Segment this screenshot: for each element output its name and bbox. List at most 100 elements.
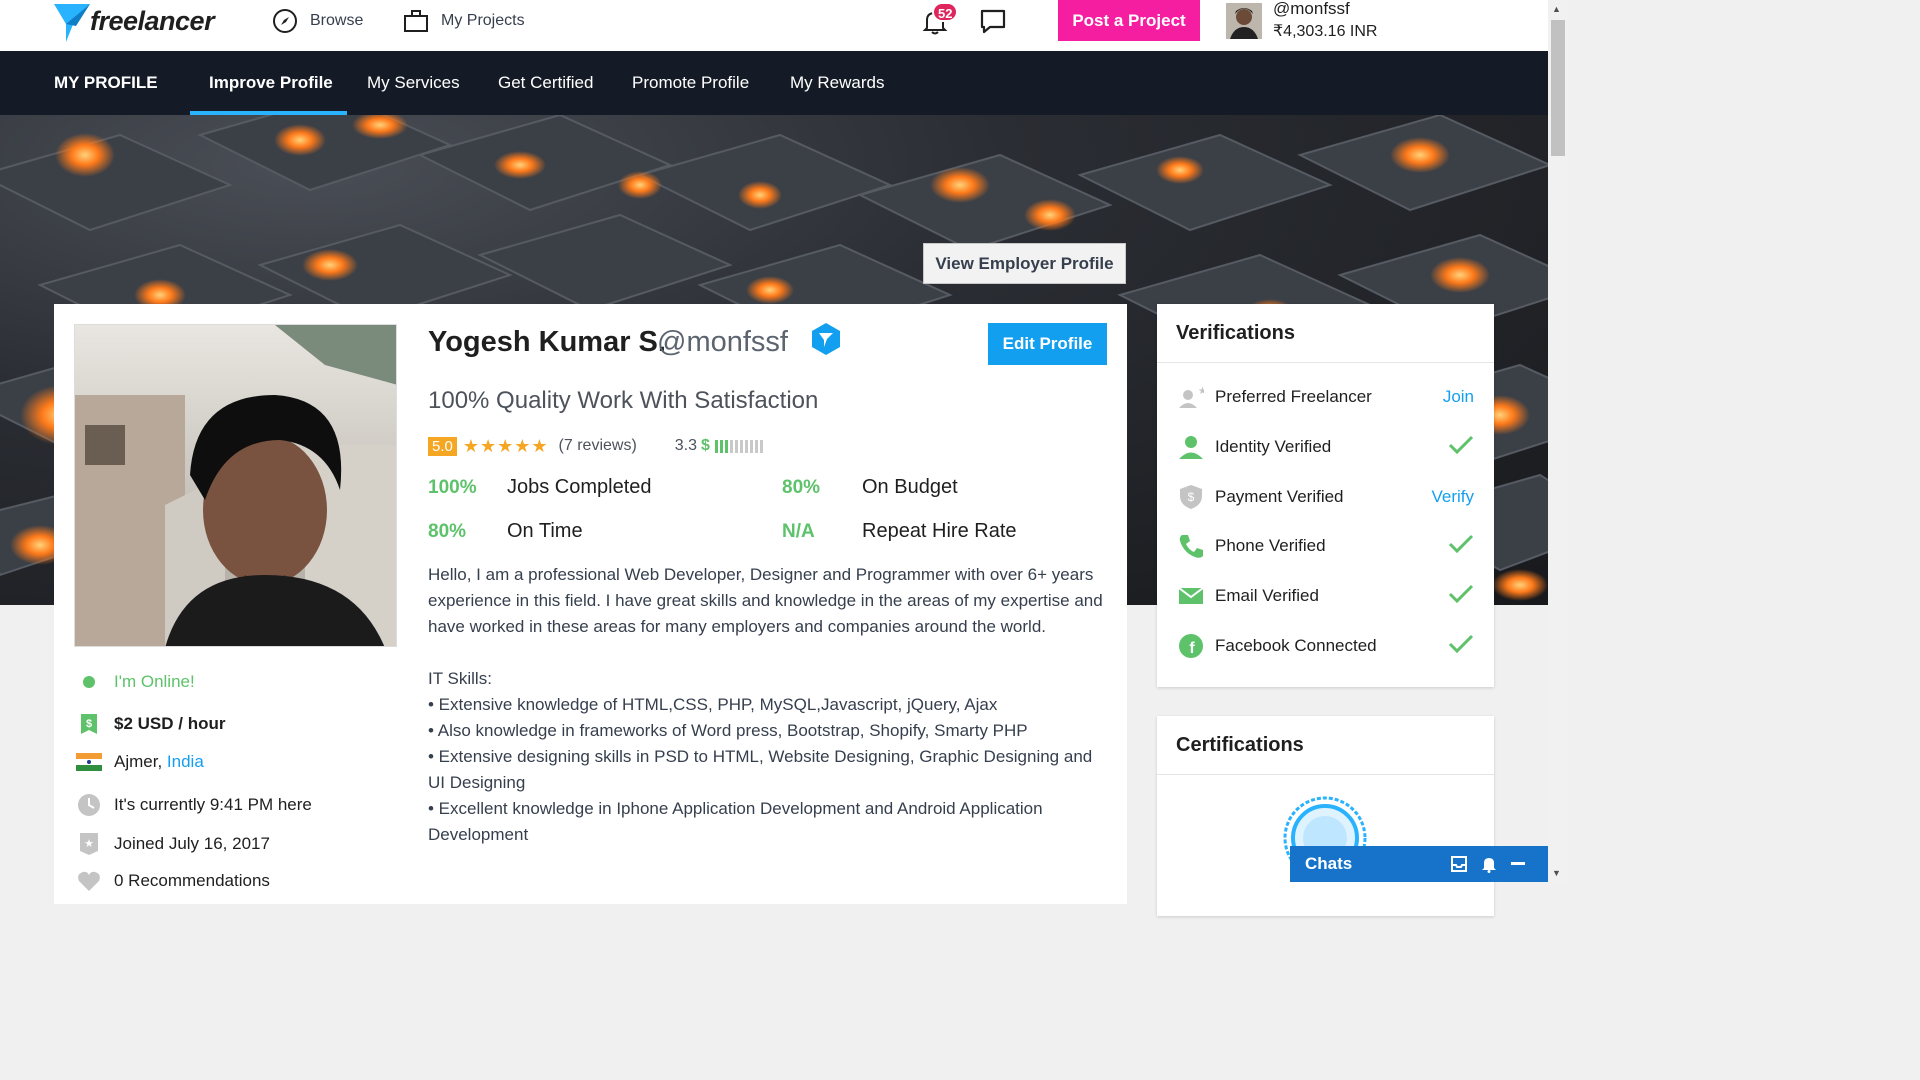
joined-date: ★ Joined July 16, 2017 xyxy=(74,832,270,856)
facebook-icon: f xyxy=(1179,634,1203,658)
minimize-icon[interactable] xyxy=(1509,855,1527,873)
verifications-title: Verifications xyxy=(1157,304,1494,363)
clock-icon xyxy=(78,794,100,816)
inbox-icon[interactable] xyxy=(1450,855,1468,873)
earnings-score: 3.3 xyxy=(674,437,698,454)
stat-label: Jobs Completed xyxy=(507,476,652,498)
reviews-count[interactable]: (7 reviews) xyxy=(559,437,637,455)
svg-text:$: $ xyxy=(86,718,92,730)
svg-text:$: $ xyxy=(1188,490,1195,504)
earnings-bar-segment xyxy=(729,439,733,453)
earnings-bar-segment xyxy=(739,439,743,453)
checkmark-icon xyxy=(1448,534,1474,553)
verifications-panel: Verifications ★ Preferred Freelancer Joi… xyxy=(1157,304,1494,687)
profile-subnav: MY PROFILE Improve Profile My Services G… xyxy=(0,51,1548,115)
dollar-tag-icon: $ xyxy=(81,714,97,734)
browse-link[interactable]: Browse xyxy=(272,8,363,34)
stat-value: N/A xyxy=(782,521,815,542)
earnings-bar-segment xyxy=(714,439,718,453)
verification-label: Phone Verified xyxy=(1215,536,1326,555)
profile-photo-image xyxy=(75,325,396,646)
verification-label: Identity Verified xyxy=(1215,437,1332,456)
earnings-bar-segment xyxy=(744,439,748,453)
scrollbar-thumb[interactable] xyxy=(1551,20,1565,156)
subnav-my-profile[interactable]: MY PROFILE xyxy=(54,51,158,115)
rating-row: 5.0 ★★★★★ (7 reviews) 3.3 $ xyxy=(428,435,765,457)
checkmark-icon xyxy=(1448,584,1474,603)
payment-shield-icon: $ xyxy=(1180,485,1202,509)
verification-label: Facebook Connected xyxy=(1215,636,1377,655)
country-link[interactable]: India xyxy=(167,752,204,772)
stat-label: Repeat Hire Rate xyxy=(862,520,1017,542)
browse-label: Browse xyxy=(310,12,364,29)
verification-payment: $ Payment Verified Verify xyxy=(1177,482,1474,512)
messages-icon[interactable] xyxy=(979,8,1007,34)
city-text: Ajmer, xyxy=(114,752,163,771)
certifications-title: Certifications xyxy=(1157,716,1494,775)
online-dot-icon xyxy=(83,676,95,688)
stat-label: On Budget xyxy=(862,476,958,498)
certifications-panel: Certifications xyxy=(1157,716,1494,916)
stat-label: On Time xyxy=(507,520,583,542)
my-projects-label: My Projects xyxy=(441,12,525,29)
hourly-rate-text: $2 USD / hour xyxy=(114,714,226,733)
my-projects-link[interactable]: My Projects xyxy=(403,8,525,34)
verification-phone: Phone Verified xyxy=(1177,531,1474,561)
recommendations-text: 0 Recommendations xyxy=(114,871,270,890)
online-status: I'm Online! xyxy=(74,672,195,692)
avatar-photo xyxy=(1226,3,1262,39)
subnav-improve-profile[interactable]: Improve Profile xyxy=(209,51,333,115)
earnings-bar-segment xyxy=(749,439,753,453)
verified-freelancer-badge-icon[interactable] xyxy=(810,322,842,356)
verification-label: Preferred Freelancer xyxy=(1215,387,1372,406)
preferred-freelancer-icon: ★ xyxy=(1179,386,1204,408)
subnav-my-services[interactable]: My Services xyxy=(367,51,460,115)
view-employer-profile-button[interactable]: View Employer Profile xyxy=(923,243,1126,284)
chats-label: Chats xyxy=(1305,854,1353,873)
compass-icon xyxy=(273,9,297,33)
edit-profile-button[interactable]: Edit Profile xyxy=(988,323,1107,365)
hourly-rate: $ $2 USD / hour xyxy=(74,712,225,736)
user-avatar[interactable] xyxy=(1226,3,1262,39)
scroll-up-arrow-icon[interactable]: ▲ xyxy=(1552,4,1561,14)
verify-payment-link[interactable]: Verify xyxy=(1431,487,1474,507)
svg-text:★: ★ xyxy=(84,838,94,850)
earnings-level-bars xyxy=(714,439,765,453)
earnings-bar-segment xyxy=(734,439,738,453)
stat-value: 80% xyxy=(428,521,467,542)
local-time-text: It's currently 9:41 PM here xyxy=(114,795,312,814)
star-rating-icon: ★★★★★ xyxy=(462,435,549,456)
user-handle[interactable]: @monfssf xyxy=(1273,0,1350,19)
earnings-bar-segment xyxy=(754,439,758,453)
subnav-promote-profile[interactable]: Promote Profile xyxy=(632,51,749,115)
notification-count-badge: 52 xyxy=(932,2,959,22)
subnav-get-certified[interactable]: Get Certified xyxy=(498,51,593,115)
stat-value: 100% xyxy=(428,477,477,498)
logo-text: freelancer xyxy=(90,6,215,36)
briefcase-icon xyxy=(404,10,428,32)
subnav-my-rewards[interactable]: My Rewards xyxy=(790,51,884,115)
stat-value: 80% xyxy=(782,477,821,498)
verification-facebook: f Facebook Connected xyxy=(1177,631,1474,661)
chat-notification-bell-icon[interactable] xyxy=(1480,855,1498,873)
online-status-text: I'm Online! xyxy=(114,672,195,691)
rating-value: 5.0 xyxy=(428,436,457,456)
profile-photo xyxy=(74,324,397,647)
verification-label: Payment Verified xyxy=(1215,487,1344,506)
earnings-dollar-icon: $ xyxy=(701,437,710,454)
profile-card: I'm Online! $ $2 USD / hour Ajmer, India… xyxy=(54,304,1127,904)
post-project-button[interactable]: Post a Project xyxy=(1058,0,1200,41)
chats-bar[interactable]: Chats xyxy=(1290,846,1548,882)
identity-person-icon xyxy=(1179,436,1203,459)
location: Ajmer, India xyxy=(74,752,204,772)
profile-handle: @monfssf xyxy=(657,326,788,358)
join-link[interactable]: Join xyxy=(1443,387,1474,407)
freelancer-logo[interactable]: freelancer xyxy=(54,2,224,42)
email-envelope-icon xyxy=(1178,587,1204,604)
heart-icon xyxy=(78,871,100,891)
scroll-down-arrow-icon[interactable]: ▼ xyxy=(1552,868,1561,878)
svg-text:f: f xyxy=(1189,640,1195,657)
member-badge-icon: ★ xyxy=(80,833,98,855)
verification-identity: Identity Verified xyxy=(1177,432,1474,462)
profile-tagline: 100% Quality Work With Satisfaction xyxy=(428,387,819,414)
